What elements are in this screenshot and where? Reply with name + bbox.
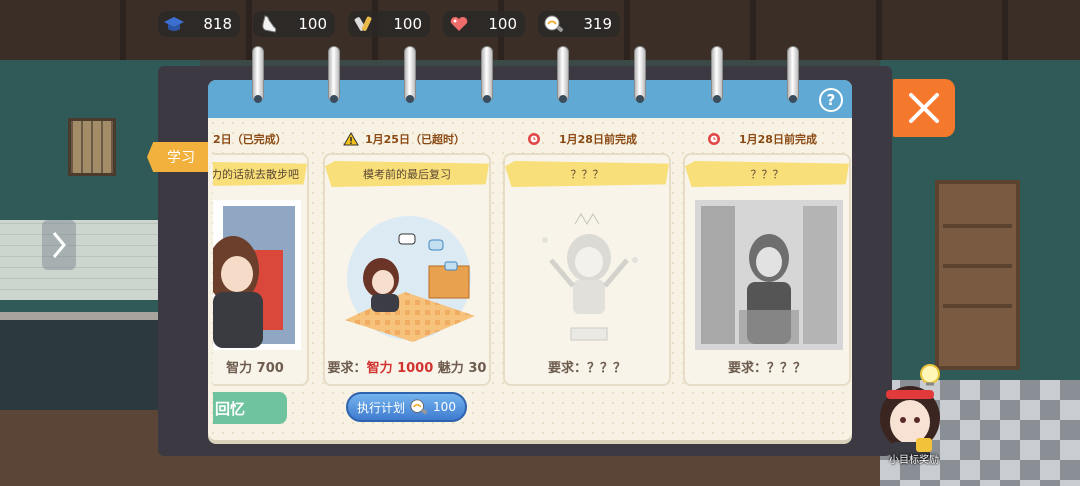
close-icon — [909, 93, 939, 123]
shoe-icon — [257, 13, 281, 35]
binder-ring — [557, 46, 569, 103]
requirement-text: 要求：？？？ — [547, 361, 626, 376]
resource-value: 319 — [583, 15, 612, 33]
card-date: 1月28日前完成 — [707, 131, 817, 147]
resource-value: 100 — [488, 15, 517, 33]
card-illustration — [335, 200, 479, 350]
card-illustration-grayscale — [695, 200, 843, 350]
tool-icon — [352, 13, 376, 35]
card-requirement: 要求：？？？ — [685, 357, 849, 376]
card-title: 力的话就去散步吧 — [213, 168, 299, 181]
bookshelf — [935, 180, 1020, 370]
plan-card-completed[interactable]: 力的话就去散步吧 智力 700 — [213, 153, 309, 386]
card-title: 模考前的最后复习 — [363, 168, 451, 181]
card-date-text: 2日（已完成） — [213, 133, 287, 146]
card-date: 1月28日前完成 — [527, 131, 637, 147]
notebook-header-band — [208, 80, 852, 118]
plan-card-locked[interactable]: ？？？ 要求：？？？ — [683, 153, 851, 386]
heart-icon — [447, 13, 471, 35]
execute-plan-button[interactable]: 执行计划 100 — [346, 392, 467, 422]
card-requirement: 要求：？？？ — [505, 357, 669, 376]
resource-value: 100 — [298, 15, 327, 33]
resource-value: 100 — [393, 15, 422, 33]
nav-prev-arrow[interactable] — [42, 220, 76, 270]
binder-ring — [404, 46, 416, 103]
card-illustration-silhouette — [515, 200, 659, 350]
warning-icon — [343, 132, 359, 146]
resource-bar: 818 100 100 100 319 — [158, 11, 620, 37]
tab-study-label: 学习 — [167, 150, 195, 166]
clock-alert-icon — [528, 133, 540, 145]
card-requirement: 智力 700 — [213, 357, 307, 376]
goal-reward-button[interactable]: 小目标奖励 — [872, 360, 952, 480]
binder-ring — [634, 46, 646, 103]
card-date: 2日（已完成） — [213, 131, 287, 147]
resource-idea[interactable]: 319 — [538, 11, 620, 37]
plan-card-list: 2日（已完成） 力的话就去散步吧 智力 700 1月25日（已超时） 模考前的最… — [213, 125, 851, 425]
wall-window — [68, 118, 116, 176]
resource-stamina[interactable]: 100 — [253, 11, 335, 37]
recall-button[interactable]: 回忆 — [213, 392, 287, 424]
card-date: 1月25日（已超时） — [343, 131, 465, 147]
card-title: ？？？ — [750, 168, 784, 181]
resource-value: 818 — [203, 15, 232, 33]
card-date-text: 1月25日（已超时） — [365, 133, 465, 146]
card-date-text: 1月28日前完成 — [559, 133, 637, 146]
requirement-label: 要求： — [327, 361, 367, 376]
execute-plan-cost: 100 — [433, 400, 456, 414]
recall-button-label: 回忆 — [215, 399, 246, 418]
card-title: ？？？ — [570, 168, 604, 181]
requirement-value: 魅力 30 — [433, 361, 487, 376]
execute-plan-label: 执行计划 — [357, 400, 406, 415]
card-illustration — [213, 200, 301, 350]
plan-card-overdue[interactable]: 模考前的最后复习 要求：智力 1000 魅力 30 — [323, 153, 491, 386]
help-icon: ? — [826, 91, 836, 109]
tab-study[interactable]: 学习 — [147, 142, 209, 172]
help-button[interactable]: ? — [819, 88, 843, 112]
clock-alert-icon — [708, 133, 720, 145]
binder-ring — [481, 46, 493, 103]
idea-icon — [410, 399, 428, 415]
plan-card-locked[interactable]: ？？？ 要求：？？？ — [503, 153, 671, 386]
requirement-text: 智力 700 — [226, 361, 284, 376]
binder-ring — [711, 46, 723, 103]
card-requirement: 要求：智力 1000 魅力 30 — [325, 357, 489, 376]
chevron-left-icon — [52, 232, 66, 258]
resource-mood[interactable]: 100 — [443, 11, 525, 37]
resource-knowledge[interactable]: 818 — [158, 11, 240, 37]
goal-reward-label: 小目标奖励 — [889, 455, 939, 466]
binder-ring — [787, 46, 799, 103]
idea-icon — [542, 13, 566, 35]
close-button[interactable] — [893, 79, 955, 137]
requirement-text: 要求：？？？ — [727, 361, 806, 376]
kitchen-counter — [0, 320, 170, 420]
resource-skill[interactable]: 100 — [348, 11, 430, 37]
card-date-text: 1月28日前完成 — [739, 133, 817, 146]
kitchen-tiles — [0, 220, 170, 300]
graduation-cap-icon — [162, 13, 186, 35]
binder-ring — [328, 46, 340, 103]
binder-ring — [252, 46, 264, 103]
requirement-unmet-value: 智力 1000 — [366, 361, 434, 376]
